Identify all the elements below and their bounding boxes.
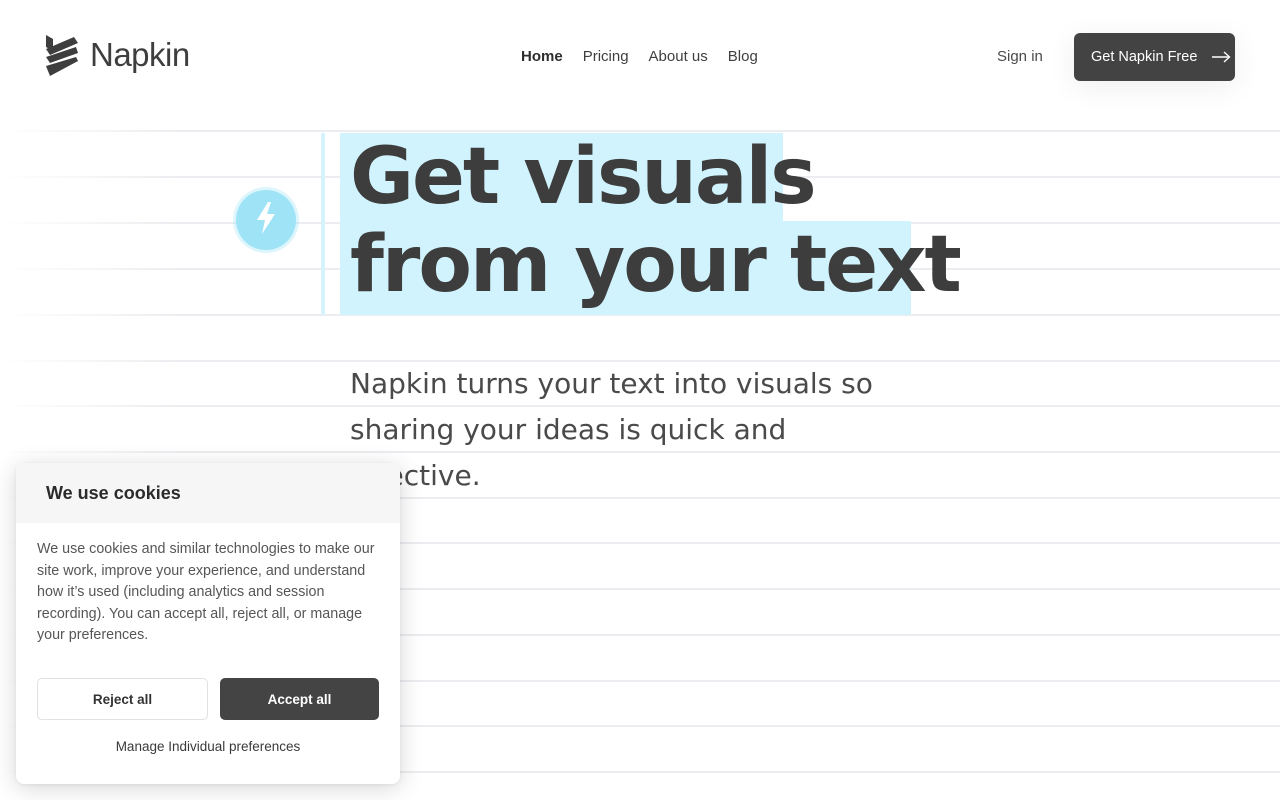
manage-preferences-link[interactable]: Manage Individual preferences [16,739,400,754]
cookie-dialog-title: We use cookies [16,463,400,523]
sign-in-link[interactable]: Sign in [997,48,1043,65]
hero-title: Get visuals from your text [350,132,962,310]
hero-subtitle: Napkin turns your text into visuals so s… [350,367,873,492]
brand-logo[interactable]: Napkin [44,33,190,77]
arrow-right-icon [1211,51,1231,63]
site-header: Napkin Home Pricing About us Blog Sign i… [0,0,1280,112]
cookie-dialog-body: We use cookies and similar technologies … [37,541,375,644]
brand-name: Napkin [90,36,190,73]
napkin-stripes-logo-icon [44,33,80,77]
main-nav: Home Pricing About us Blog [521,48,758,65]
nav-item-about-us[interactable]: About us [649,48,708,65]
page: Napkin Home Pricing About us Blog Sign i… [0,0,1280,800]
accept-all-button[interactable]: Accept all [220,678,379,720]
nav-item-home[interactable]: Home [521,48,563,65]
nav-item-blog[interactable]: Blog [728,48,758,65]
lightning-bolt-icon [253,200,279,241]
hero-title-line2: from your text [350,220,962,310]
reject-all-button[interactable]: Reject all [37,678,208,720]
hero-title-line1: Get visuals [350,132,817,222]
text-cursor-bar [321,133,325,315]
nav-item-pricing[interactable]: Pricing [583,48,629,65]
cta-label: Get Napkin Free [1091,49,1198,65]
get-napkin-free-button[interactable]: Get Napkin Free [1074,33,1235,81]
cookie-consent-dialog: We use cookies We use cookies and simila… [16,463,400,784]
lightning-badge [236,190,296,250]
